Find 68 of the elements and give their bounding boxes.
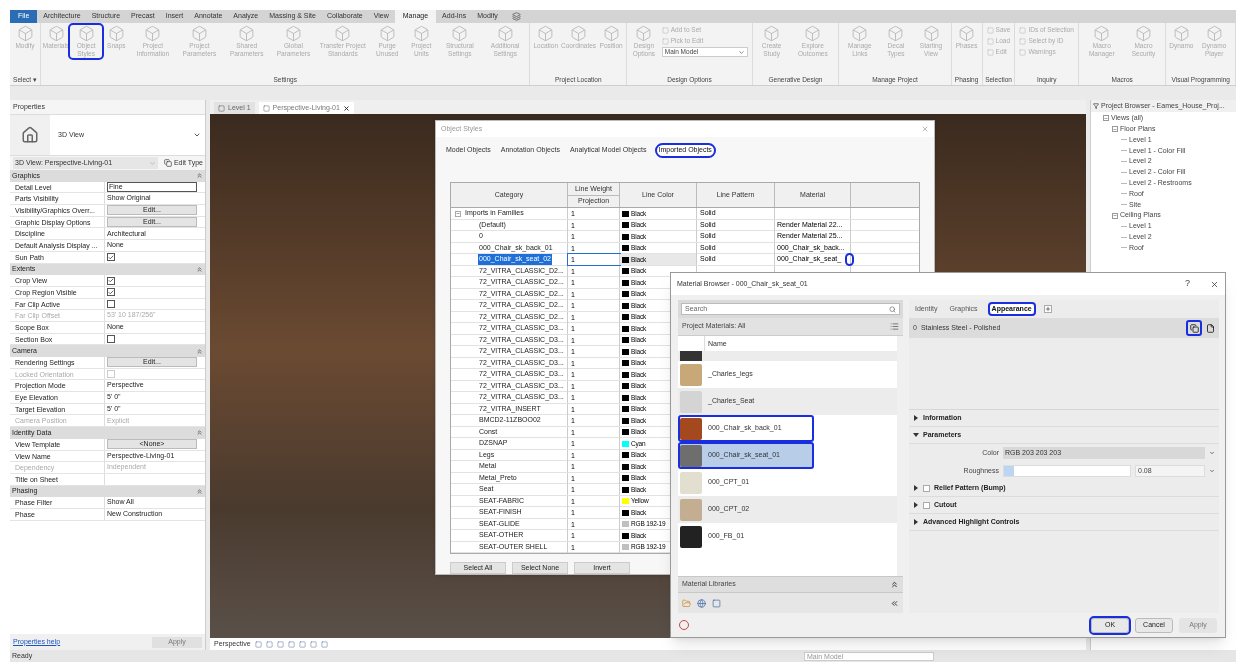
- view-icon: [262, 104, 270, 112]
- tool-icon: [496, 25, 514, 42]
- collapse-icon[interactable]: [890, 580, 899, 589]
- tool-icon: [635, 25, 653, 42]
- collapse-icon: [196, 265, 203, 273]
- collapse-icon[interactable]: [913, 432, 919, 438]
- duplicate-asset-icon[interactable]: [1186, 320, 1202, 336]
- view-icon: [218, 104, 225, 112]
- tool-icon: [284, 25, 302, 42]
- tool-icon: [804, 25, 822, 42]
- checkbox[interactable]: [107, 253, 115, 262]
- tool-icon: [922, 25, 940, 42]
- tool-icon: [238, 25, 256, 42]
- checkbox[interactable]: [107, 299, 115, 308]
- close-icon[interactable]: [1210, 279, 1219, 289]
- tool-icon: [190, 25, 208, 42]
- expand-icon[interactable]: [913, 519, 919, 525]
- tool-icon: [334, 25, 352, 42]
- filter-icon[interactable]: [1093, 103, 1099, 109]
- slider-track[interactable]: [1003, 465, 1131, 477]
- collapse-icon: [196, 347, 203, 355]
- panel-icon[interactable]: [712, 598, 721, 608]
- copy-icon: [163, 159, 172, 167]
- material-swatch: [680, 351, 702, 361]
- folder-icon[interactable]: [682, 598, 691, 608]
- caret-icon: [737, 48, 745, 56]
- globe-icon[interactable]: [697, 598, 706, 608]
- caret-icon: [148, 159, 156, 167]
- document-icon[interactable]: [1206, 323, 1215, 333]
- tool-icon: [958, 25, 976, 42]
- help-button[interactable]: ?: [1185, 277, 1190, 291]
- tool-icon: [1205, 25, 1223, 42]
- tool-icon: [570, 25, 588, 42]
- close-icon[interactable]: [342, 104, 350, 112]
- checkbox[interactable]: [107, 276, 115, 285]
- quick-access-icon[interactable]: [511, 12, 521, 21]
- tool-icon: [1093, 25, 1111, 42]
- collapse-icon: [196, 429, 203, 437]
- expand-icon[interactable]: [913, 485, 919, 491]
- tool-icon: [851, 25, 869, 42]
- house-icon: [21, 126, 39, 144]
- tool-icon: [107, 25, 125, 42]
- tool-icon: [77, 25, 95, 42]
- add-tab-icon[interactable]: [1043, 305, 1052, 313]
- tool-icon: [1135, 25, 1152, 42]
- expand-icon[interactable]: [913, 415, 919, 421]
- tool-icon: [144, 25, 162, 42]
- tool-icon: [16, 25, 34, 42]
- tool-icon: [451, 25, 469, 42]
- checkbox[interactable]: [107, 288, 115, 297]
- browse-button-highlight[interactable]: [845, 253, 854, 266]
- tool-icon: [602, 25, 620, 42]
- expand-icon[interactable]: [913, 502, 919, 508]
- tool-icon: [47, 25, 65, 42]
- checkbox[interactable]: [923, 501, 930, 509]
- search-icon: [889, 305, 896, 313]
- tool-icon: [537, 25, 555, 42]
- tool-icon: [763, 25, 781, 42]
- checkbox[interactable]: [923, 484, 930, 492]
- tool-icon: [1172, 25, 1190, 42]
- tool-icon: [887, 25, 905, 42]
- checkbox[interactable]: [107, 334, 115, 343]
- collapse-icon: [196, 487, 203, 495]
- tool-icon: [378, 25, 396, 42]
- caret-icon[interactable]: [193, 131, 201, 139]
- collapse-icon: [196, 172, 203, 180]
- tool-icon: [412, 25, 430, 42]
- view-options-icon[interactable]: [890, 322, 899, 331]
